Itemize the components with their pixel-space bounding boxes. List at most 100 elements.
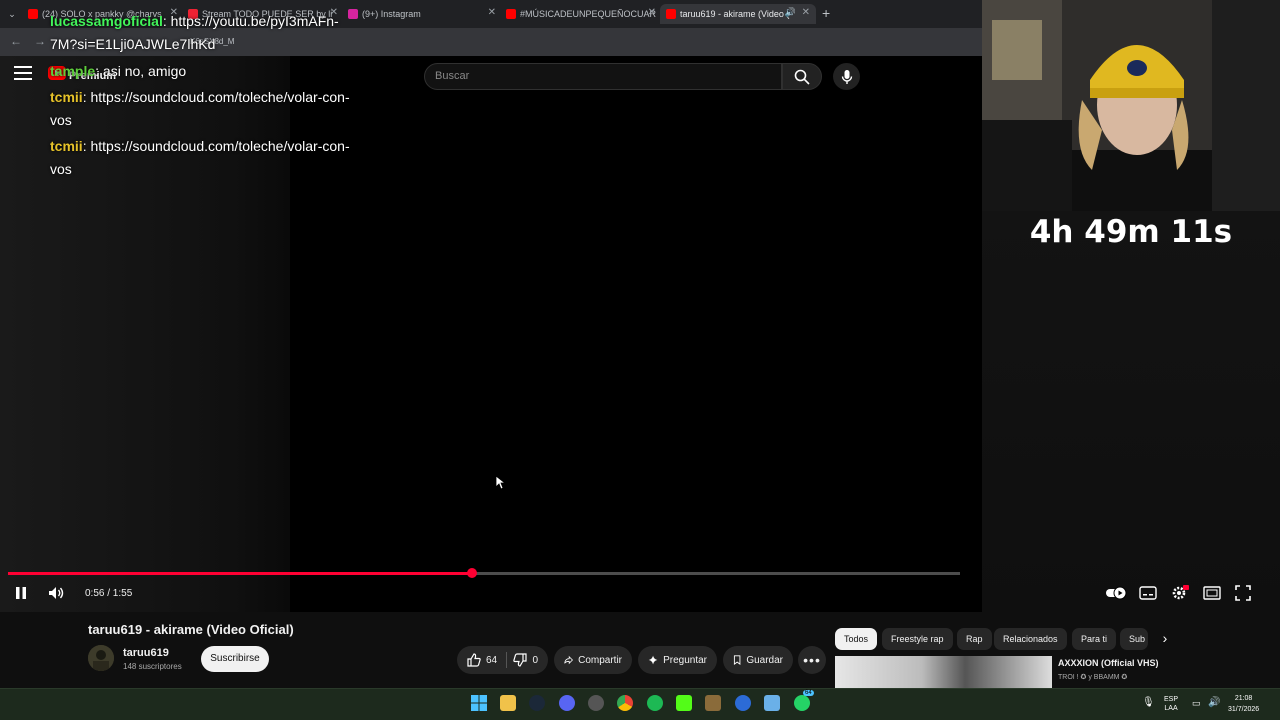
chat-message: tample: asi no, amigo — [50, 60, 350, 83]
settings-button[interactable] — [1171, 585, 1189, 601]
chat-text: : asi no, amigo — [95, 63, 187, 79]
subscribe-button[interactable]: Suscribirse — [201, 646, 269, 672]
channel-name[interactable]: taruu619 — [123, 647, 169, 659]
ask-label: Preguntar — [663, 654, 707, 666]
tab-title: #MÚSICADEUNPEQUEÑOCUAR — [520, 9, 656, 19]
channel-avatar[interactable] — [88, 645, 114, 671]
windows-taskbar — [0, 688, 1280, 720]
tab-title: taruu619 - akirame (Video ( — [680, 9, 790, 19]
sparkle-icon — [648, 655, 658, 665]
dislike-button[interactable]: 0 — [513, 653, 538, 667]
display-tray-icon[interactable]: ▭ — [1192, 698, 1201, 709]
fullscreen-button[interactable] — [1235, 585, 1253, 601]
youtube-favicon-icon — [506, 9, 516, 19]
close-icon[interactable]: ✕ — [648, 7, 656, 18]
like-count: 64 — [486, 654, 498, 666]
autoplay-toggle[interactable] — [1105, 585, 1127, 601]
search-input[interactable]: Buscar — [424, 63, 782, 90]
chat-message: tcmii: https://soundcloud.com/toleche/vo… — [50, 135, 350, 181]
chat-text: : https://soundcloud.com/toleche/volar-c… — [50, 89, 350, 128]
forward-arrow-icon[interactable]: → — [34, 34, 46, 48]
close-icon[interactable]: ✕ — [488, 7, 496, 18]
like-button[interactable]: 64 — [467, 653, 497, 667]
chip-rap[interactable]: Rap — [957, 628, 992, 650]
kick-icon[interactable] — [676, 695, 692, 711]
video-title: taruu619 - akirame (Video Oficial) — [88, 622, 294, 637]
chip-related[interactable]: Relacionados — [994, 628, 1067, 650]
captions-icon — [1139, 586, 1157, 600]
more-horizontal-icon: ••• — [803, 652, 821, 668]
recommended-video-channel[interactable]: TROI ! ✪ y BBAMM ✪ — [1058, 673, 1127, 681]
pause-icon — [16, 587, 26, 599]
ask-button[interactable]: Preguntar — [638, 646, 717, 674]
volume-icon — [49, 587, 64, 599]
browser-tab-active[interactable]: taruu619 - akirame (Video ( 🔊 ✕ — [660, 4, 816, 24]
voice-search-button[interactable] — [833, 63, 860, 90]
theater-mode-button[interactable] — [1203, 585, 1221, 601]
language-code: ESP — [1164, 696, 1179, 703]
ccleaner-icon[interactable] — [735, 695, 751, 711]
microphone-icon — [841, 69, 852, 84]
chevron-right-icon[interactable]: › — [1156, 630, 1174, 648]
clock-date: 31/7/2026 — [1228, 706, 1260, 713]
chip-subscriptions[interactable]: Sub — [1120, 628, 1148, 650]
back-arrow-icon[interactable]: ← — [10, 34, 22, 48]
subscriber-count: 148 suscriptores — [123, 662, 182, 671]
save-button[interactable]: Guardar — [723, 646, 793, 674]
volume-button[interactable] — [48, 586, 66, 600]
close-icon[interactable]: ✕ — [802, 7, 810, 18]
time-display: 0:56 / 1:55 — [85, 588, 133, 599]
tab-title: (9+) Instagram — [362, 9, 421, 19]
youtube-favicon-icon — [28, 9, 38, 19]
tab-search-button[interactable]: ⌄ — [4, 6, 20, 22]
browser-tab[interactable]: #MÚSICADEUNPEQUEÑOCUAR ✕ — [506, 4, 656, 24]
notepad-icon[interactable] — [764, 695, 780, 711]
language-indicator[interactable]: ESP LAA — [1164, 695, 1178, 713]
youtube-favicon-icon — [666, 9, 676, 19]
like-dislike-group: 64 0 — [457, 646, 548, 674]
windows-start-icon[interactable] — [471, 695, 487, 711]
more-actions-button[interactable]: ••• — [798, 646, 826, 674]
webcam-overlay — [982, 0, 1280, 211]
keyboard-layout: LAA — [1164, 705, 1178, 712]
system-clock[interactable]: 21:08 31/7/2026 — [1228, 693, 1259, 715]
volume-tray-icon[interactable]: 🔊 — [1208, 697, 1220, 708]
share-button[interactable]: Compartir — [554, 646, 632, 674]
chip-all[interactable]: Todos — [835, 628, 878, 650]
stream-timer: 4h 49m 11s — [1029, 214, 1233, 250]
hamburger-menu-icon[interactable] — [14, 66, 32, 80]
chat-message: lucassamgoficial: https://youtu.be/pyI3m… — [50, 10, 350, 56]
dislike-count: 0 — [532, 654, 538, 666]
thumbs-down-icon — [513, 653, 528, 667]
chrome-icon[interactable] — [617, 695, 633, 711]
app-icon[interactable] — [588, 695, 604, 711]
like-divider — [506, 652, 507, 668]
autoplay-toggle-icon — [1106, 586, 1127, 600]
subtitles-button[interactable] — [1139, 585, 1157, 601]
stream-timer-panel — [982, 211, 1280, 612]
recommended-video-title[interactable]: AXXXION (Official VHS) — [1058, 658, 1159, 668]
whatsapp-icon[interactable]: 64 — [794, 690, 814, 711]
theater-icon — [1203, 586, 1221, 600]
chip-for-you[interactable]: Para ti — [1072, 628, 1117, 650]
steam-icon[interactable] — [529, 695, 545, 711]
search-button[interactable] — [782, 63, 822, 90]
discord-icon[interactable] — [559, 695, 575, 711]
microphone-tray-icon[interactable]: 🎙 — [1142, 697, 1155, 708]
spotify-icon[interactable] — [647, 695, 663, 711]
notification-badge: 64 — [803, 690, 814, 696]
new-tab-button[interactable]: + — [822, 5, 830, 21]
speaker-icon[interactable]: 🔊 — [785, 7, 796, 18]
chat-username: tcmii — [50, 138, 83, 154]
progress-scrubber[interactable] — [467, 568, 477, 578]
recommended-video-thumbnail[interactable] — [835, 656, 1052, 688]
bookmark-icon — [733, 655, 741, 666]
progress-bar-played — [8, 572, 472, 575]
chip-freestyle-rap[interactable]: Freestyle rap — [882, 628, 953, 650]
pause-button[interactable] — [14, 586, 28, 600]
file-explorer-icon[interactable] — [500, 695, 516, 711]
search-icon — [794, 69, 810, 85]
clock-time: 21:08 — [1234, 695, 1253, 702]
minecraft-icon[interactable] — [705, 695, 721, 711]
browser-tab[interactable]: (9+) Instagram ✕ — [348, 4, 496, 24]
